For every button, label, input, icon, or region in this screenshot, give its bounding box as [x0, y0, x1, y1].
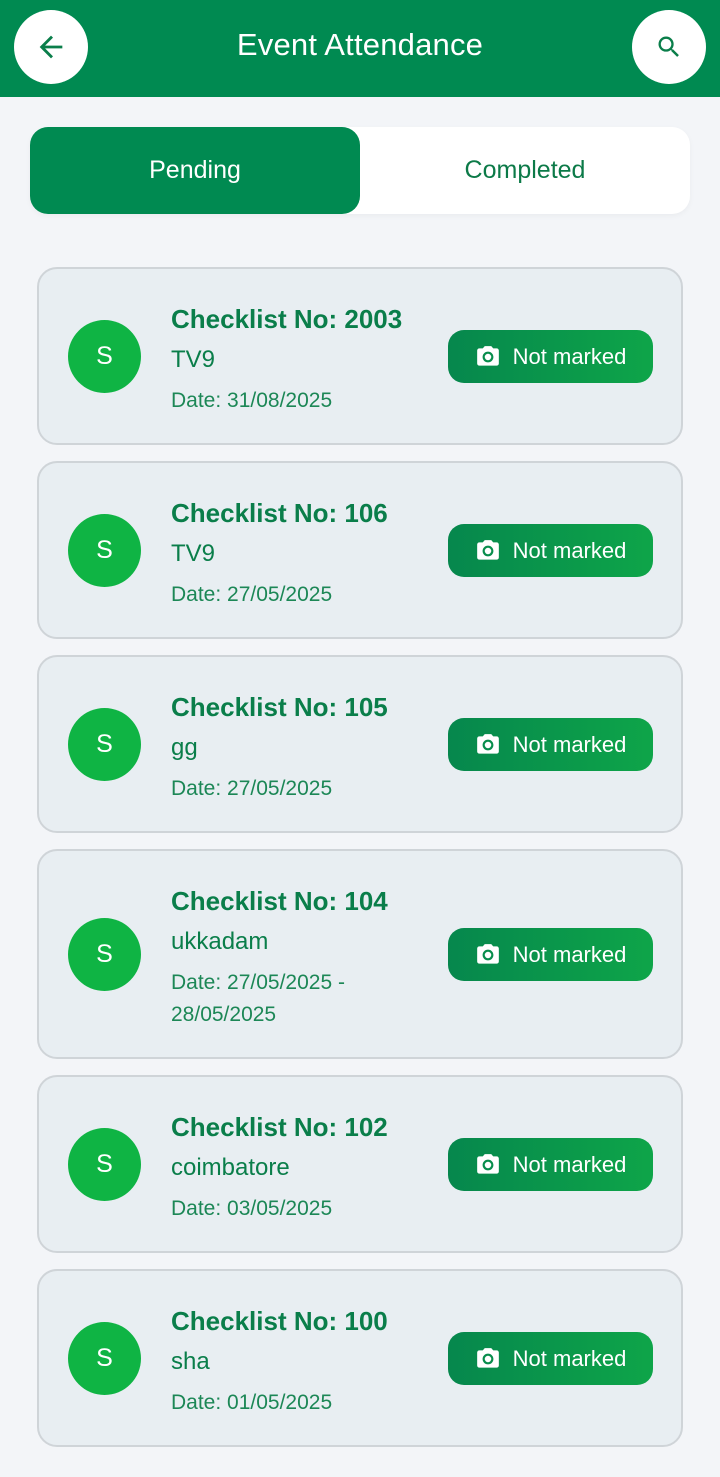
checklist-card[interactable]: S Checklist No: 2003 TV9 Date: 31/08/202… [37, 267, 683, 445]
avatar: S [68, 514, 141, 587]
status-label: Not marked [512, 537, 627, 563]
not-marked-button[interactable]: Not marked [448, 330, 653, 383]
status-label: Not marked [512, 1345, 627, 1371]
page-title: Event Attendance [236, 27, 484, 62]
checklist-number: Checklist No: 106 [171, 498, 388, 528]
not-marked-button[interactable]: Not marked [448, 1138, 653, 1191]
not-marked-button[interactable]: Not marked [448, 524, 653, 577]
tab-switcher: Pending Completed [30, 127, 690, 214]
checklist-date: Date: 27/05/2025 [171, 777, 333, 800]
app-bar: Event Attendance [0, 0, 720, 97]
not-marked-button[interactable]: Not marked [448, 928, 653, 981]
search-icon [658, 36, 679, 57]
status-label: Not marked [512, 941, 627, 967]
avatar: S [68, 708, 141, 781]
avatar: S [68, 1128, 141, 1201]
checklist-card[interactable]: S Checklist No: 104 ukkadam Date: 27/05/… [37, 849, 683, 1059]
avatar: S [68, 320, 141, 393]
checklist-location: TV9 [171, 346, 216, 373]
checklist-number: Checklist No: 105 [171, 692, 388, 722]
checklist-number: Checklist No: 102 [171, 1112, 388, 1142]
avatar: S [68, 1322, 141, 1395]
checklist-date: Date: 01/05/2025 [171, 1391, 333, 1414]
avatar: S [68, 918, 141, 991]
camera-icon [476, 943, 499, 964]
checklist-card[interactable]: S Checklist No: 106 TV9 Date: 27/05/2025… [37, 461, 683, 639]
checklist-number: Checklist No: 100 [171, 1306, 388, 1336]
camera-icon [476, 539, 499, 560]
status-label: Not marked [512, 343, 627, 369]
camera-icon [476, 1347, 499, 1368]
checklist-card[interactable]: S Checklist No: 105 gg Date: 27/05/2025 … [37, 655, 683, 833]
not-marked-button[interactable]: Not marked [448, 718, 653, 771]
search-button[interactable] [632, 10, 706, 84]
camera-icon [476, 733, 499, 754]
checklist-location: coimbatore [171, 1154, 290, 1181]
checklist-number: Checklist No: 2003 [171, 304, 403, 334]
checklist-location: gg [171, 734, 198, 761]
tab-completed[interactable]: Completed [360, 127, 690, 214]
tab-pending[interactable]: Pending [30, 127, 360, 214]
camera-icon [476, 345, 499, 366]
checklist-location: ukkadam [171, 928, 269, 955]
checklist-card[interactable]: S Checklist No: 102 coimbatore Date: 03/… [37, 1075, 683, 1253]
status-label: Not marked [512, 731, 627, 757]
checklist-location: TV9 [171, 540, 216, 567]
checklist-number: Checklist No: 104 [171, 886, 388, 916]
not-marked-button[interactable]: Not marked [448, 1332, 653, 1385]
checklist-date: Date: 27/05/2025 - 28/05/2025 [171, 971, 345, 1026]
checklist-date: Date: 27/05/2025 [171, 583, 333, 606]
status-label: Not marked [512, 1151, 627, 1177]
checklist-card[interactable]: S Checklist No: 100 sha Date: 01/05/2025… [37, 1269, 683, 1447]
checklist-date: Date: 31/08/2025 [171, 389, 333, 412]
checklist-date: Date: 03/05/2025 [171, 1197, 333, 1220]
checklist-location: sha [171, 1348, 210, 1375]
camera-icon [476, 1153, 499, 1174]
